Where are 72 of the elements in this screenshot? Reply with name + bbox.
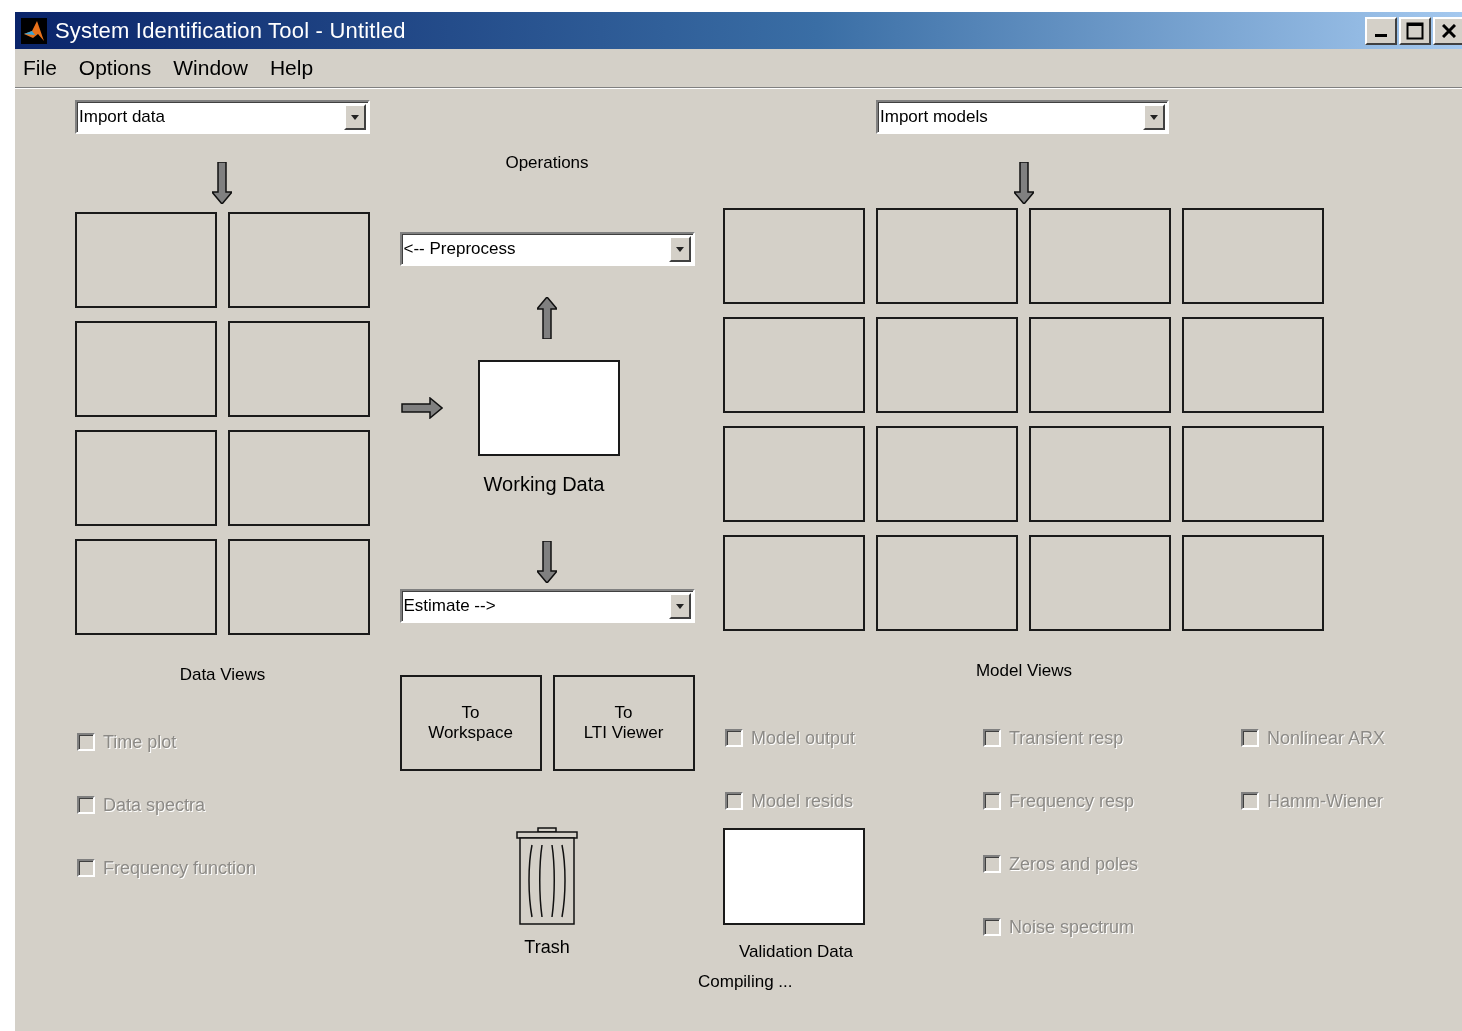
data-slot[interactable] <box>75 321 217 417</box>
dropdown-caret-icon <box>675 246 684 252</box>
right-arrow-icon <box>401 397 443 419</box>
data-views-label: Data Views <box>178 665 267 685</box>
minimize-button[interactable] <box>1365 16 1397 45</box>
trash-label: Trash <box>524 937 570 958</box>
window-title: System Identification Tool - Untitled <box>55 17 406 44</box>
model-slot[interactable] <box>1182 535 1324 631</box>
model-slot[interactable] <box>723 426 865 522</box>
working-data-box[interactable] <box>478 360 620 456</box>
menu-item[interactable]: Help <box>268 54 315 82</box>
model-slot[interactable] <box>1029 426 1171 522</box>
working-data-label: Working Data <box>483 473 605 496</box>
model-slot[interactable] <box>1029 317 1171 413</box>
close-icon <box>1442 23 1456 38</box>
checkbox-label: Model resids <box>751 790 854 812</box>
down-arrow-icon <box>1014 162 1034 204</box>
preprocess-dropdown[interactable]: <-- Preprocess <box>399 232 695 266</box>
trash-can-icon[interactable] <box>516 827 578 926</box>
checkbox-label: Model output <box>751 727 856 749</box>
maximize-button[interactable] <box>1399 16 1431 45</box>
model-slot[interactable] <box>876 535 1018 631</box>
app-logo-icon <box>21 17 47 44</box>
model-slot[interactable] <box>1029 208 1171 304</box>
data-slot[interactable] <box>75 430 217 526</box>
model-slot[interactable] <box>876 208 1018 304</box>
checkbox-label: Hamm-Wiener <box>1267 790 1383 812</box>
data-slot[interactable] <box>75 539 217 635</box>
data-slot[interactable] <box>228 212 370 308</box>
data-slot[interactable] <box>228 321 370 417</box>
validation-data-box[interactable] <box>723 828 865 925</box>
down-arrow-icon <box>211 162 232 204</box>
close-button[interactable] <box>1433 16 1462 45</box>
maximize-icon <box>1406 21 1424 40</box>
data-slot[interactable] <box>75 212 217 308</box>
model-slot[interactable] <box>1182 317 1324 413</box>
checkbox-label: Data spectra <box>103 794 206 816</box>
menu-item[interactable]: Options <box>77 54 153 82</box>
data-slot[interactable] <box>228 430 370 526</box>
estimate-dropdown[interactable]: Estimate --> <box>399 589 695 623</box>
minimize-icon <box>1375 34 1387 37</box>
export-button[interactable]: To LTI Viewer <box>552 675 695 771</box>
model-slot[interactable] <box>723 535 865 631</box>
model-slot[interactable] <box>876 426 1018 522</box>
checkbox-label: Transient resp <box>1009 727 1124 749</box>
model-slot[interactable] <box>1182 208 1324 304</box>
checkbox-label: Frequency resp <box>1009 790 1135 812</box>
model-slot[interactable] <box>723 317 865 413</box>
export-button[interactable]: To Workspace <box>399 675 542 771</box>
checkbox-label: Zeros and poles <box>1009 853 1139 875</box>
model-slot[interactable] <box>876 317 1018 413</box>
data-slot[interactable] <box>228 539 370 635</box>
model-slot[interactable] <box>1182 426 1324 522</box>
menu-item[interactable]: Window <box>172 54 249 82</box>
checkbox-label: Nonlinear ARX <box>1267 727 1386 749</box>
dropdown-caret-icon <box>1150 114 1158 120</box>
import-data-dropdown[interactable]: Import data <box>75 100 370 134</box>
validation-data-label: Validation Data <box>737 942 854 962</box>
dropdown-caret-icon <box>351 114 359 120</box>
checkbox-label: Time plot <box>103 731 177 753</box>
up-arrow-icon <box>537 297 557 339</box>
checkbox-label: Noise spectrum <box>1009 916 1135 938</box>
model-views-label: Model Views <box>975 661 1073 681</box>
import-models-dropdown[interactable]: Import models <box>876 100 1169 134</box>
dropdown-caret-icon <box>675 603 684 609</box>
model-slot[interactable] <box>723 208 865 304</box>
down-arrow-icon <box>537 541 557 583</box>
status-text: Compiling ... <box>698 972 794 992</box>
menu-item[interactable]: File <box>22 54 58 82</box>
checkbox-label: Frequency function <box>103 857 257 879</box>
model-slot[interactable] <box>1029 535 1171 631</box>
operations-label: Operations <box>505 153 589 173</box>
